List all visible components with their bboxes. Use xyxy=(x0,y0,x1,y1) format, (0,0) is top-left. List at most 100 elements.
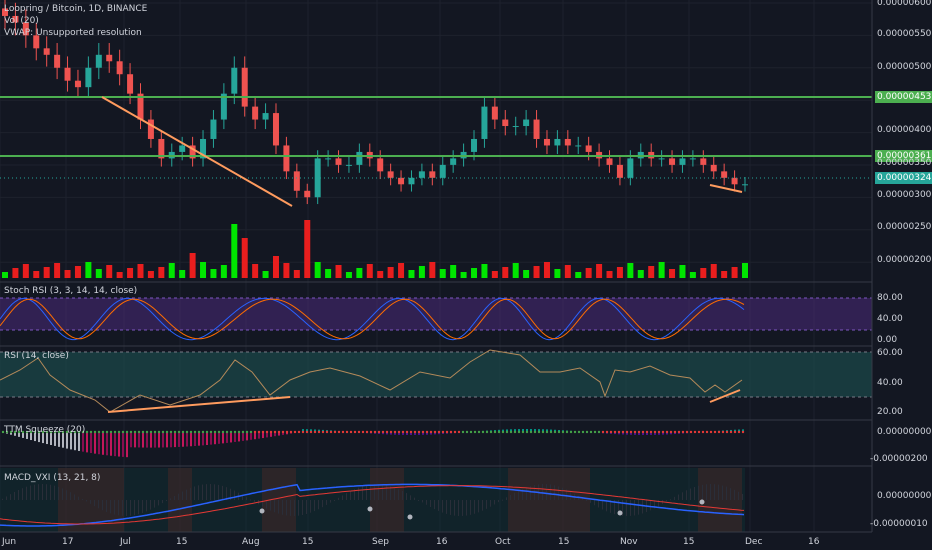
macd-bar xyxy=(586,500,587,501)
ttm-dot xyxy=(385,430,389,434)
price-tick: 0.00000500 xyxy=(877,62,932,72)
macd-bar xyxy=(478,500,479,513)
macd-bar xyxy=(714,484,715,500)
macd-bar xyxy=(474,500,475,514)
macd-bar xyxy=(114,500,115,515)
ttm-dot xyxy=(729,430,733,434)
volume-bar xyxy=(241,238,248,278)
candle-body xyxy=(554,138,561,146)
macd-bar xyxy=(222,485,223,500)
time-tick: 15 xyxy=(558,537,570,547)
ttm-dot xyxy=(709,430,713,434)
time-tick: Jun xyxy=(2,537,17,547)
candle-body xyxy=(418,171,425,178)
ttm-dot xyxy=(157,430,161,434)
ttm-dot xyxy=(629,430,633,434)
last-price-tag[interactable]: 0.00000324 xyxy=(875,172,932,184)
ttm-bar xyxy=(202,432,204,446)
ttm-bar xyxy=(86,432,88,453)
ttm-dot xyxy=(309,430,313,434)
macd-bar xyxy=(130,500,131,516)
ttm-dot xyxy=(241,430,245,434)
volume-bar xyxy=(127,268,134,278)
ttm-dot xyxy=(369,430,373,434)
volume-bar xyxy=(408,270,415,278)
ttm-dot xyxy=(181,430,185,434)
macd-bar xyxy=(742,493,743,500)
candle-body xyxy=(356,151,363,165)
macd-bar xyxy=(738,491,739,500)
ttm-dot xyxy=(361,430,365,434)
candle-body xyxy=(262,113,269,120)
macd-bar xyxy=(638,500,639,515)
macd-bar xyxy=(374,484,375,500)
ttm-dot xyxy=(161,430,165,434)
candle-body xyxy=(679,158,686,165)
macd-bar xyxy=(194,486,195,500)
ttm-tick: 0.00000000 xyxy=(877,427,932,437)
candle-body xyxy=(512,126,519,128)
ttm-dot xyxy=(733,430,737,434)
ttm-dot xyxy=(173,430,177,434)
ttm-dot xyxy=(653,430,657,434)
ttm-dot xyxy=(553,430,557,434)
ttm-bar xyxy=(166,432,168,448)
macd-bar xyxy=(502,499,503,501)
ttm-bar xyxy=(178,432,180,447)
ttm-dot xyxy=(445,430,449,434)
ttm-dot xyxy=(517,430,521,434)
macd-bar xyxy=(454,500,455,516)
macd-bar xyxy=(82,499,83,501)
macd-bar xyxy=(434,500,435,510)
ttm-dot xyxy=(669,430,673,434)
macd-bar xyxy=(446,500,447,514)
ttm-dot xyxy=(209,430,213,434)
stoch-rsi-title: Stoch RSI (3, 3, 14, 14, close) xyxy=(4,286,138,296)
macd-bar xyxy=(302,500,303,516)
ttm-dot xyxy=(697,430,701,434)
ttm-dot xyxy=(221,430,225,434)
macd-bar xyxy=(254,500,255,502)
ttm-dot xyxy=(129,430,133,434)
volume-bar xyxy=(710,264,717,278)
ttm-dot xyxy=(681,430,685,434)
ttm-bar xyxy=(154,432,156,448)
macd-bar xyxy=(394,487,395,500)
candle-body xyxy=(387,171,394,178)
volume-bar xyxy=(429,262,436,278)
ttm-dot xyxy=(225,430,229,434)
time-tick: 16 xyxy=(808,537,820,547)
ttm-dot xyxy=(365,430,369,434)
ttm-dot xyxy=(205,430,209,434)
level-tag-upper[interactable]: 0.00000453 xyxy=(875,91,932,103)
ttm-bar xyxy=(158,432,160,448)
candle-body xyxy=(272,113,279,146)
ttm-dot xyxy=(509,430,513,434)
macd-bar xyxy=(58,486,59,500)
macd-bar xyxy=(134,500,135,516)
volume-bar xyxy=(345,272,352,278)
trading-chart[interactable] xyxy=(0,0,932,550)
ttm-bar xyxy=(114,432,116,457)
macd-bar xyxy=(442,500,443,513)
candle-body xyxy=(564,138,571,146)
candle-body xyxy=(345,164,352,166)
macd-bar xyxy=(246,497,247,500)
ttm-dot xyxy=(109,430,113,434)
macd-bar xyxy=(514,492,515,500)
volume-bar xyxy=(554,269,561,278)
ttm-bar xyxy=(194,432,196,446)
ttm-bar xyxy=(230,432,232,443)
macd-bar xyxy=(94,500,95,507)
rsi-title: RSI (14, close) xyxy=(4,351,69,361)
macd-bar xyxy=(634,500,635,516)
ttm-dot xyxy=(649,430,653,434)
macd-bar xyxy=(182,491,183,500)
ttm-bar xyxy=(110,432,112,456)
macd-cross-dot xyxy=(617,510,623,516)
ttm-bar xyxy=(242,432,244,441)
volume-bar xyxy=(721,271,728,278)
candle-body xyxy=(439,164,446,178)
candle-body xyxy=(523,119,530,127)
macd-bar xyxy=(554,485,555,500)
